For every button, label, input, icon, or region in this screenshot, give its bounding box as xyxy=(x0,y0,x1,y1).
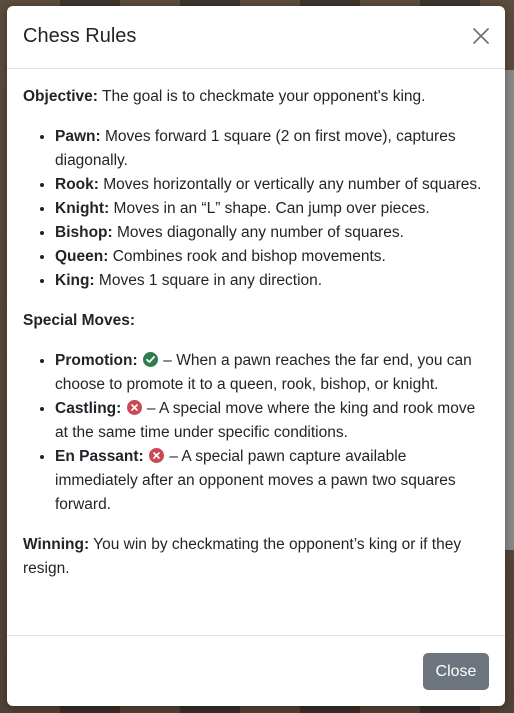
dialog-header: Chess Rules xyxy=(7,6,505,69)
special-moves-list: Promotion: – When a pawn reaches the far… xyxy=(23,349,489,517)
piece-description: Moves 1 square in any direction. xyxy=(94,272,323,289)
piece-name: Pawn: xyxy=(55,128,101,145)
check-circle-icon xyxy=(142,352,158,367)
winning-paragraph: Winning: You win by checkmating the oppo… xyxy=(23,533,489,581)
objective-paragraph: Objective: The goal is to checkmate your… xyxy=(23,85,489,109)
winning-label: Winning: xyxy=(23,536,90,553)
piece-name: Bishop: xyxy=(55,224,113,241)
list-item-pawn: Pawn: Moves forward 1 square (2 on first… xyxy=(55,125,489,173)
list-item-queen: Queen: Combines rook and bishop movement… xyxy=(55,245,489,269)
list-item-promotion: Promotion: – When a pawn reaches the far… xyxy=(55,349,489,397)
move-name: Promotion: xyxy=(55,352,138,369)
piece-description: Moves in an “L” shape. Can jump over pie… xyxy=(109,200,430,217)
special-moves-heading: Special Moves: xyxy=(23,312,135,329)
piece-name: Knight: xyxy=(55,200,110,217)
list-item-castling: Castling: – A special move where the kin… xyxy=(55,397,489,445)
piece-description: Combines rook and bishop movements. xyxy=(108,248,386,265)
list-item-rook: Rook: Moves horizontally or vertically a… xyxy=(55,173,489,197)
piece-description: Moves diagonally any number of squares. xyxy=(112,224,404,241)
x-circle-icon xyxy=(149,448,165,463)
objective-label: Objective: xyxy=(23,88,98,105)
chess-rules-dialog: Chess Rules Objective: The goal is to ch… xyxy=(7,6,505,706)
x-circle-icon xyxy=(126,400,142,415)
dialog-body: Objective: The goal is to checkmate your… xyxy=(7,69,505,581)
piece-description: Moves horizontally or vertically any num… xyxy=(98,176,482,193)
piece-description: Moves forward 1 square (2 on first move)… xyxy=(55,128,456,169)
dialog-footer: Close xyxy=(7,635,505,706)
piece-moves-list: Pawn: Moves forward 1 square (2 on first… xyxy=(23,125,489,293)
piece-name: King: xyxy=(55,272,95,289)
move-name: Castling: xyxy=(55,400,122,417)
list-item-king: King: Moves 1 square in any direction. xyxy=(55,269,489,293)
list-item-bishop: Bishop: Moves diagonally any number of s… xyxy=(55,221,489,245)
close-icon[interactable] xyxy=(471,26,491,46)
piece-name: Queen: xyxy=(55,248,109,265)
list-item-en-passant: En Passant: – A special pawn capture ava… xyxy=(55,445,489,517)
list-item-knight: Knight: Moves in an “L” shape. Can jump … xyxy=(55,197,489,221)
winning-text: You win by checkmating the opponent’s ki… xyxy=(23,536,462,577)
close-button[interactable]: Close xyxy=(423,653,489,690)
piece-name: Rook: xyxy=(55,176,99,193)
objective-text: The goal is to checkmate your opponent's… xyxy=(97,88,426,105)
dialog-title: Chess Rules xyxy=(23,25,137,47)
move-name: En Passant: xyxy=(55,448,144,465)
